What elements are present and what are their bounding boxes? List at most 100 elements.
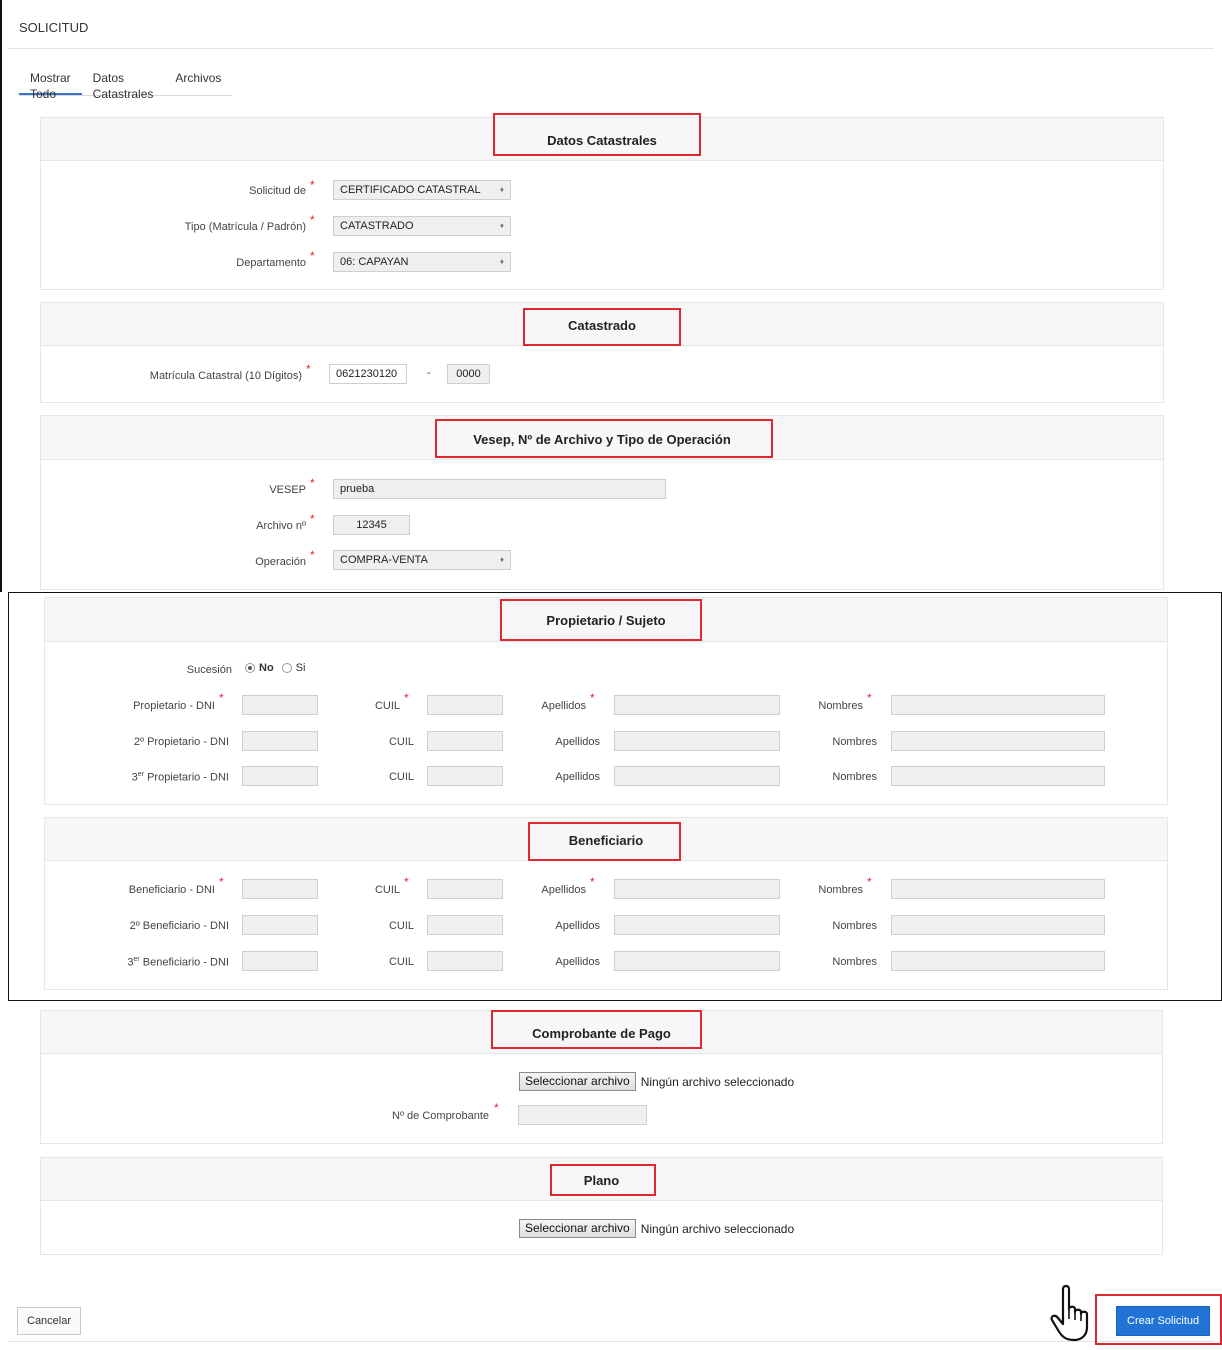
plano-file-picker: Seleccionar archivo Ningún archivo selec… (519, 1219, 794, 1238)
required-mark: * (404, 691, 409, 705)
highlight-box (528, 822, 681, 861)
cuil-label: CUIL (388, 920, 414, 932)
required-mark: * (310, 548, 315, 562)
beneficiario3-dni-text: Beneficiario - DNI (139, 956, 229, 969)
select-arrow-icon: ♦ (499, 555, 504, 564)
propietario-nombres-input[interactable] (891, 695, 1105, 715)
apellidos-label: Apellidos (555, 771, 600, 783)
sucesion-no-label: No (259, 662, 274, 674)
apellidos-label: Apellidos (555, 920, 600, 932)
vesep-label: VESEP (269, 484, 306, 496)
tab-datos-catastrales[interactable]: Datos Catastrales (82, 70, 165, 101)
beneficiario3-nombres-input[interactable] (891, 951, 1105, 971)
sucesion-si-label: Si (295, 662, 306, 674)
sucesion-label: Sucesión (186, 664, 232, 676)
propietario-apellidos-input[interactable] (614, 695, 780, 715)
propietario3-dni-input[interactable] (242, 766, 318, 786)
highlight-box (500, 599, 702, 641)
required-mark: * (867, 875, 872, 889)
beneficiario-apellidos-input[interactable] (614, 879, 780, 899)
archivo-input[interactable]: 12345 (333, 515, 410, 535)
beneficiario-dni-input[interactable] (242, 879, 318, 899)
propietario2-dni-input[interactable] (242, 731, 318, 751)
propietario-dni-input[interactable] (242, 695, 318, 715)
required-mark: * (590, 691, 595, 705)
beneficiario2-nombres-input[interactable] (891, 915, 1105, 935)
propietario-cuil-input[interactable] (427, 695, 503, 715)
solicitud-label: Solicitud de (249, 185, 306, 197)
nombres-label: Nombres (832, 920, 877, 932)
operacion-select[interactable]: COMPRA-VENTA ♦ (333, 550, 511, 570)
propietario2-cuil-input[interactable] (427, 731, 503, 751)
sucesion-si-radio[interactable] (281, 663, 292, 673)
sucesion-radio-group: No Si (245, 662, 305, 674)
beneficiario2-apellidos-input[interactable] (614, 915, 780, 935)
propietario2-nombres-input[interactable] (891, 731, 1105, 751)
tipo-select[interactable]: CATASTRADO ♦ (333, 216, 511, 236)
beneficiario3-apellidos-input[interactable] (614, 951, 780, 971)
required-mark: * (306, 362, 311, 376)
required-mark: * (310, 249, 315, 263)
nombres-label: Nombres (818, 884, 863, 896)
propietario3-apellidos-input[interactable] (614, 766, 780, 786)
required-mark: * (310, 512, 315, 526)
vesep-input[interactable]: prueba (333, 479, 666, 499)
propietario3-dni-text: Propietario - DNI (144, 771, 229, 784)
matricula-label: Matrícula Catastral (10 Dígitos) (149, 370, 302, 382)
comprobante-numero-input[interactable] (518, 1105, 647, 1125)
comprobante-file-picker: Seleccionar archivo Ningún archivo selec… (519, 1072, 794, 1091)
highlight-box (435, 419, 773, 458)
beneficiario2-dni-label: 2º Beneficiario - DNI (129, 920, 229, 932)
tab-mostrar-todo[interactable]: Mostrar Todo (19, 70, 82, 101)
apellidos-label: Apellidos (541, 700, 586, 712)
propietario3-nombres-input[interactable] (891, 766, 1105, 786)
comprobante-file-status: Ningún archivo seleccionado (640, 1074, 795, 1089)
solicitud-select-value: CERTIFICADO CATASTRAL (340, 184, 481, 196)
plano-file-status: Ningún archivo seleccionado (640, 1221, 795, 1236)
required-mark: * (310, 178, 315, 192)
cuil-label: CUIL (374, 700, 400, 712)
comprobante-numero-label: Nº de Comprobante (392, 1110, 489, 1122)
beneficiario-nombres-input[interactable] (891, 879, 1105, 899)
crear-solicitud-button[interactable]: Crear Solicitud (1116, 1306, 1211, 1336)
propietario-dni-label: Propietario - DNI (133, 700, 215, 712)
required-mark: * (310, 476, 315, 490)
matricula-separator: - (427, 367, 431, 379)
required-mark: * (219, 691, 224, 705)
tipo-select-value: CATASTRADO (340, 220, 414, 232)
matricula-sub-input[interactable]: 0000 (447, 364, 490, 384)
comprobante-file-button[interactable]: Seleccionar archivo (519, 1072, 636, 1091)
propietario3-cuil-input[interactable] (427, 766, 503, 786)
tipo-label: Tipo (Matrícula / Padrón) (184, 221, 306, 233)
tab-archivos[interactable]: Archivos (164, 70, 232, 95)
tab-bar: Mostrar Todo Datos Catastrales Archivos (19, 70, 232, 101)
propietario2-dni-label: 2º Propietario - DNI (133, 736, 229, 748)
nombres-label: Nombres (818, 700, 863, 712)
select-arrow-icon: ♦ (499, 257, 504, 266)
solicitud-select[interactable]: CERTIFICADO CATASTRAL ♦ (333, 180, 511, 200)
title-divider (8, 48, 1214, 49)
beneficiario2-dni-input[interactable] (242, 915, 318, 935)
cancel-button[interactable]: Cancelar (17, 1307, 82, 1335)
matricula-input[interactable]: 0621230120 (329, 364, 407, 384)
plano-file-button[interactable]: Seleccionar archivo (519, 1219, 636, 1238)
select-arrow-icon: ♦ (499, 221, 504, 230)
departamento-select-value: 06: CAPAYAN (340, 256, 409, 268)
beneficiario2-cuil-input[interactable] (427, 915, 503, 935)
highlight-box (493, 113, 701, 156)
beneficiario-cuil-input[interactable] (427, 879, 503, 899)
apellidos-label: Apellidos (555, 956, 600, 968)
propietario3-dni-label: 3er Propietario - DNI (132, 771, 229, 784)
beneficiario3-cuil-input[interactable] (427, 951, 503, 971)
departamento-select[interactable]: 06: CAPAYAN ♦ (333, 252, 511, 272)
required-mark: * (590, 875, 595, 889)
nombres-label: Nombres (832, 736, 877, 748)
required-mark: * (867, 691, 872, 705)
beneficiario3-dni-input[interactable] (242, 951, 318, 971)
sucesion-no-radio[interactable] (245, 663, 255, 673)
required-mark: * (219, 875, 224, 889)
beneficiario3-dni-label: 3er Beneficiario - DNI (127, 956, 229, 969)
footer-divider (8, 1341, 1214, 1342)
departamento-label: Departamento (236, 257, 306, 269)
propietario2-apellidos-input[interactable] (614, 731, 780, 751)
